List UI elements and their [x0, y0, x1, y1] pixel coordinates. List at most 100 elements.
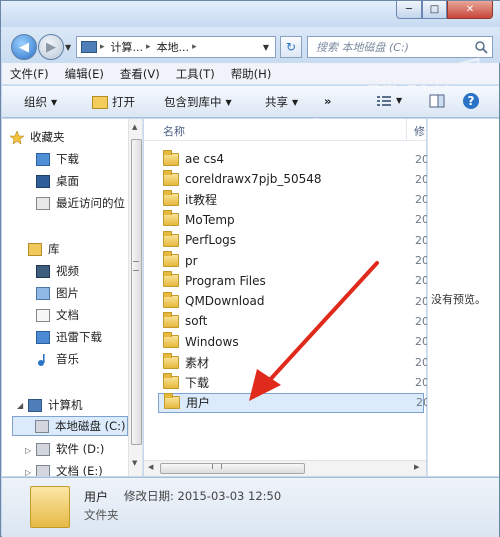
title-bar: ─ □ ✕ — [1, 1, 500, 27]
column-name-header[interactable]: 名称 — [163, 123, 185, 139]
file-row[interactable]: Program Files 20 — [158, 271, 429, 291]
nav-item-label: 迅雷下载 — [56, 330, 102, 344]
breadcrumb-local-disk[interactable]: 本地... — [157, 39, 190, 55]
nav-item-drive-e[interactable]: 文档 (E:) — [36, 461, 103, 476]
column-modified-header[interactable]: 修 — [414, 123, 425, 139]
nav-favorites[interactable]: 收藏夹 — [10, 127, 65, 147]
file-row[interactable]: 用户 20 — [158, 392, 430, 413]
drive-icon — [35, 419, 49, 433]
open-button[interactable]: 打开 — [92, 94, 135, 110]
preview-pane: 没有预览。 — [427, 119, 499, 476]
expand-arrow-icon[interactable]: ◢ — [17, 401, 23, 410]
nav-item-desktop[interactable]: 桌面 — [36, 171, 79, 191]
nav-pane-scrollbar[interactable]: ▲ ▼ — [128, 119, 142, 476]
menu-edit[interactable]: 编辑(E) — [57, 66, 112, 82]
expand-arrow-icon[interactable]: ▷ — [25, 446, 31, 455]
include-in-library-button[interactable]: 包含到库中 ▼ — [164, 94, 232, 110]
folder-icon — [163, 210, 179, 227]
share-button[interactable]: 共享 ▼ — [265, 94, 298, 110]
folder-icon — [164, 393, 180, 410]
view-options-button[interactable]: ▼ — [376, 94, 402, 107]
file-name: 用户 — [186, 396, 211, 411]
maximize-button[interactable]: □ — [422, 1, 447, 19]
menu-help[interactable]: 帮助(H) — [223, 66, 280, 82]
refresh-button[interactable]: ↻ — [280, 36, 302, 58]
nav-computer[interactable]: 计算机 — [28, 395, 83, 415]
preview-pane-button[interactable] — [429, 94, 445, 108]
scroll-right-icon[interactable]: ▶ — [414, 463, 419, 471]
folder-icon — [163, 291, 179, 308]
address-separator: ▸ — [192, 42, 197, 52]
music-icon — [38, 353, 45, 366]
file-list: 名称 修 ae cs4 20 coreldrawx7pjb_50548 20 it教程 2… — [144, 119, 430, 476]
nav-item-thunder[interactable]: 迅雷下载 — [36, 327, 102, 347]
address-bar[interactable]: ▸ 计算... ▸ 本地... ▸ ▼ — [76, 36, 276, 58]
video-icon — [36, 264, 50, 278]
menu-tools[interactable]: 工具(T) — [168, 66, 223, 82]
scrollbar-thumb[interactable] — [131, 139, 142, 445]
menu-view[interactable]: 查看(V) — [112, 66, 168, 82]
view-details-icon — [377, 96, 391, 106]
file-row[interactable]: coreldrawx7pjb_50548 20 — [158, 169, 429, 189]
file-row[interactable]: PerfLogs 20 — [158, 230, 429, 250]
drive-icon — [36, 442, 50, 456]
scroll-down-icon[interactable]: ▼ — [132, 459, 137, 467]
nav-item-local-disk-c[interactable]: 本地磁盘 (C:) — [12, 416, 128, 436]
file-row[interactable]: soft 20 — [158, 311, 429, 331]
forward-arrow-icon: ▶ — [46, 39, 56, 55]
minimize-button[interactable]: ─ — [396, 1, 422, 19]
file-row[interactable]: 素材 20 — [158, 352, 429, 372]
file-row[interactable]: ae cs4 20 — [158, 149, 429, 169]
expand-arrow-icon[interactable]: ▷ — [25, 468, 31, 476]
back-button[interactable]: ◀ — [11, 34, 37, 60]
nav-item-recent[interactable]: 最近访问的位 — [36, 193, 125, 213]
star-icon — [10, 130, 24, 144]
address-history-dropdown[interactable]: ▼ — [259, 40, 273, 54]
folder-icon — [163, 251, 179, 267]
nav-item-pictures[interactable]: 图片 — [36, 283, 79, 303]
scroll-up-icon[interactable]: ▲ — [132, 123, 137, 131]
nav-item-videos[interactable]: 视频 — [36, 261, 79, 281]
explorer-window: ─ □ ✕ ◀ ▶ ▼ ▸ 计算... ▸ 本地... ▸ ▼ ↻ 搜索 本地磁… — [0, 0, 500, 537]
documents-icon — [36, 308, 50, 322]
folder-icon — [163, 149, 179, 166]
folder-icon — [163, 169, 179, 186]
nav-libraries[interactable]: 库 — [28, 239, 60, 259]
back-arrow-icon: ◀ — [19, 39, 29, 55]
preview-pane-icon — [429, 94, 445, 108]
file-row[interactable]: Windows 20 — [158, 332, 429, 352]
column-divider[interactable] — [406, 119, 407, 141]
folder-icon — [163, 271, 179, 288]
file-row[interactable]: QMDownload 20 — [158, 291, 429, 311]
chevron-down-icon: ▼ — [51, 97, 58, 107]
file-row[interactable]: pr 20 — [158, 251, 429, 271]
nav-item-drive-d[interactable]: 软件 (D:) — [36, 439, 104, 459]
nav-item-documents[interactable]: 文档 — [36, 305, 79, 325]
file-name: pr — [185, 253, 198, 268]
nav-item-music[interactable]: 音乐 — [36, 349, 79, 369]
file-name: soft — [185, 314, 208, 329]
organize-button[interactable]: 组织 ▼ — [24, 94, 57, 110]
file-name: ae cs4 — [185, 152, 225, 166]
menu-file[interactable]: 文件(F) — [2, 66, 57, 82]
menu-bar: 文件(F) 编辑(E) 查看(V) 工具(T) 帮助(H) — [2, 63, 499, 85]
recent-pages-dropdown[interactable]: ▼ — [65, 43, 71, 52]
file-name: PerfLogs — [185, 233, 237, 248]
file-row[interactable]: 下载 20 — [158, 372, 429, 392]
nav-item-downloads[interactable]: 下载 — [36, 149, 79, 169]
help-button[interactable]: ? — [462, 92, 480, 110]
breadcrumb-computer[interactable]: 计算... — [111, 39, 144, 55]
search-placeholder: 搜索 本地磁盘 (C:) — [316, 41, 409, 54]
file-row[interactable]: it教程 20 — [158, 190, 429, 210]
share-label: 共享 — [265, 95, 288, 109]
file-list-hscrollbar[interactable]: ◀ ▶ — [144, 460, 426, 476]
file-name: Program Files — [185, 273, 266, 288]
more-commands-button[interactable]: » — [324, 94, 331, 108]
forward-button[interactable]: ▶ — [38, 34, 64, 60]
details-name: 用户 — [84, 490, 109, 504]
scrollbar-thumb[interactable] — [160, 463, 305, 474]
file-row[interactable]: MoTemp 20 — [158, 210, 429, 230]
scroll-left-icon[interactable]: ◀ — [148, 463, 153, 471]
nav-favorites-label: 收藏夹 — [30, 130, 65, 144]
close-button[interactable]: ✕ — [447, 1, 493, 19]
